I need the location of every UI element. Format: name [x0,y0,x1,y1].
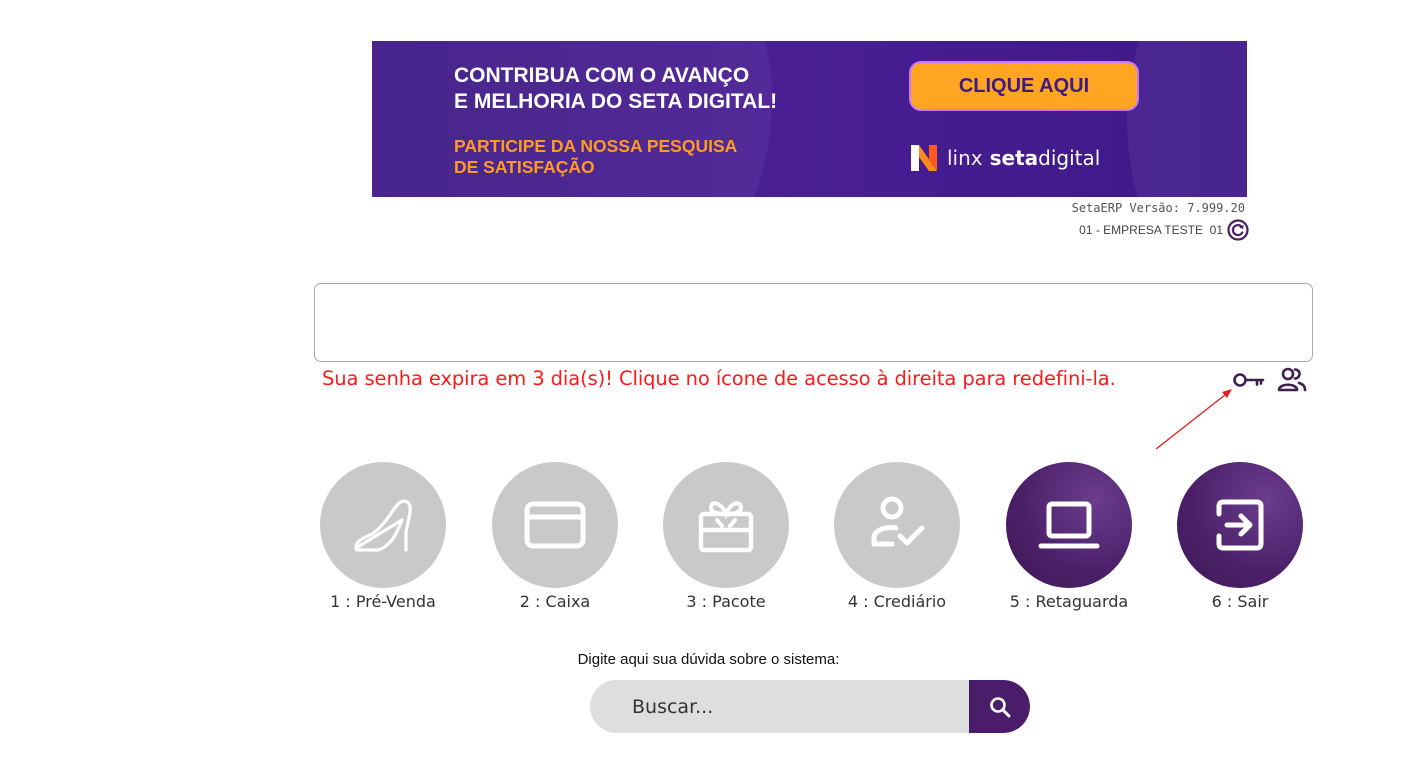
search-input[interactable] [590,680,969,733]
module-crediario[interactable]: 4 : Crediário [834,462,960,611]
module-pre-venda[interactable]: 1 : Pré-Venda [320,462,446,611]
module-label: 6 : Sair [1211,592,1269,611]
banner-decoration [1127,41,1247,197]
banner-headline: CONTRIBUA COM O AVANÇO E MELHORIA DO SET… [454,64,778,113]
exit-icon [1216,499,1264,551]
search-icon [989,696,1010,717]
module-label: 1 : Pré-Venda [330,592,436,611]
banner-cta-button[interactable]: CLIQUE AQUI [909,61,1139,111]
refresh-icon[interactable] [1227,219,1249,241]
module-circle[interactable] [834,462,960,588]
module-label: 3 : Pacote [686,592,766,611]
module-retaguarda[interactable]: 5 : Retaguarda [1006,462,1132,611]
company-text: 01 - EMPRESA TESTE 01 [1079,223,1223,237]
module-circle[interactable] [1177,462,1303,588]
card-icon [524,501,586,549]
module-caixa[interactable]: 2 : Caixa [492,462,618,611]
gift-icon [698,501,754,553]
linx-setadigital-logo: linx seta digital [909,141,1100,175]
shoe-icon [354,499,412,552]
users-icon[interactable] [1276,366,1308,394]
user-check-icon [871,496,925,547]
linx-logo-icon [911,145,937,171]
search-bar [590,680,1030,733]
message-box [314,283,1313,362]
module-pacote[interactable]: 3 : Pacote [663,462,789,611]
company-info: 01 - EMPRESA TESTE 01 [1079,219,1249,241]
password-expiry-warning: Sua senha expira em 3 dia(s)! Clique no … [322,367,1116,390]
survey-banner[interactable]: CONTRIBUA COM O AVANÇO E MELHORIA DO SET… [372,41,1247,197]
module-label: 5 : Retaguarda [1009,592,1129,611]
brand-bold: seta [989,146,1039,170]
version-text: SetaERP Versão: 7.999.20 [1071,201,1245,215]
module-circle[interactable] [492,462,618,588]
laptop-icon [1038,501,1100,549]
brand-suffix: digital [1038,146,1101,170]
module-label: 2 : Caixa [519,592,591,611]
module-label: 4 : Crediário [847,592,947,611]
module-circle[interactable] [1006,462,1132,588]
module-circle[interactable] [320,462,446,588]
brand-prefix: linx [947,146,983,170]
banner-subline: PARTICIPE DA NOSSA PESQUISA DE SATISFAÇÃ… [454,136,738,177]
search-button[interactable] [969,680,1030,733]
module-circle[interactable] [663,462,789,588]
red-arrow-annotation [1155,389,1232,450]
module-sair[interactable]: 6 : Sair [1177,462,1303,611]
search-title: Digite aqui sua dúvida sobre o sistema: [577,651,840,668]
